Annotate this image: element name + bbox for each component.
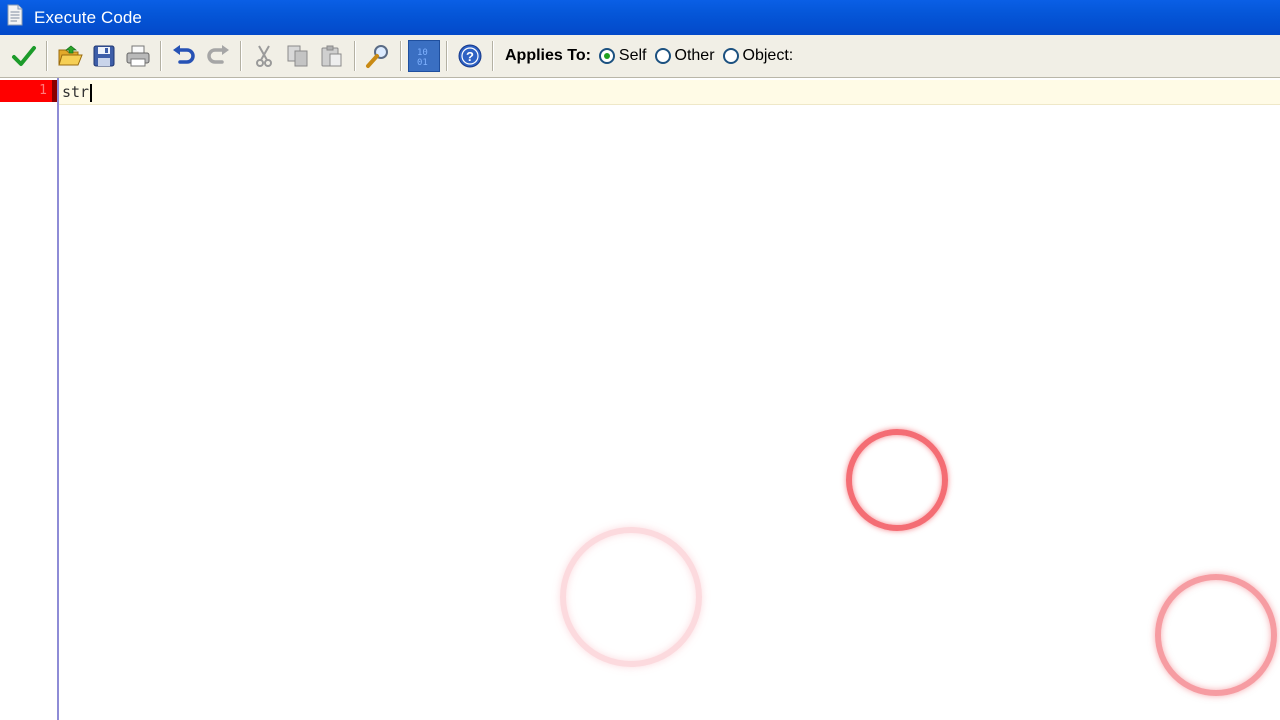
execute-code-window: Execute Code 10 01 ? Applies To: Self Ot… — [0, 0, 1280, 720]
copy-button[interactable] — [282, 40, 314, 72]
print-icon — [126, 45, 150, 67]
radio-self[interactable]: Self — [598, 47, 647, 65]
line-number: 1 — [0, 80, 52, 102]
paste-icon — [321, 45, 342, 67]
applies-to-label: Applies To: — [505, 47, 591, 64]
code-view-button[interactable]: 10 01 — [408, 40, 440, 72]
radio-label: Other — [674, 47, 715, 64]
cut-icon — [256, 45, 272, 67]
line-number-gutter: 1 — [0, 78, 59, 720]
click-indicator — [560, 527, 702, 667]
toolbar-separator — [446, 41, 448, 71]
print-button[interactable] — [122, 40, 154, 72]
radio-object[interactable]: Object: — [722, 47, 794, 65]
code-view-icon: 10 01 — [417, 48, 428, 67]
ok-button[interactable] — [8, 40, 40, 72]
radio-label: Object: — [742, 47, 794, 64]
svg-text:01: 01 — [417, 58, 428, 67]
toolbar-separator — [46, 41, 48, 71]
radio-other[interactable]: Other — [654, 47, 715, 65]
undo-icon — [173, 45, 195, 64]
svg-text:?: ? — [466, 49, 474, 64]
find-button[interactable] — [362, 40, 394, 72]
undo-button[interactable] — [168, 40, 200, 72]
redo-button[interactable] — [202, 40, 234, 72]
toolbar: 10 01 ? Applies To: Self Other Object: — [0, 35, 1280, 78]
cut-button[interactable] — [248, 40, 280, 72]
window-title: Execute Code — [34, 7, 142, 27]
save-button[interactable] — [88, 40, 120, 72]
help-icon: ? — [458, 44, 482, 68]
checkmark-icon — [12, 46, 36, 66]
svg-text:10: 10 — [417, 48, 428, 58]
toolbar-separator — [492, 41, 494, 71]
redo-icon — [207, 45, 229, 64]
document-icon — [0, 4, 34, 31]
copy-icon — [287, 45, 308, 67]
click-indicator — [1155, 574, 1277, 696]
toolbar-separator — [240, 41, 242, 71]
toolbar-separator — [354, 41, 356, 71]
toolbar-separator — [160, 41, 162, 71]
toolbar-separator — [400, 41, 402, 71]
current-line-highlight — [59, 80, 1280, 105]
click-indicator — [846, 429, 948, 531]
radio-button[interactable] — [654, 48, 671, 64]
radio-button[interactable] — [722, 48, 739, 64]
radio-button[interactable] — [598, 48, 615, 64]
search-icon — [366, 45, 388, 68]
open-button[interactable] — [54, 40, 86, 72]
code-line[interactable]: str — [62, 81, 93, 103]
save-icon — [93, 45, 115, 67]
title-bar: Execute Code — [0, 0, 1280, 35]
radio-label: Self — [618, 47, 647, 64]
help-button[interactable]: ? — [454, 40, 486, 72]
text-caret — [90, 83, 93, 102]
code-line-text: str — [62, 83, 90, 101]
folder-open-icon — [58, 45, 83, 66]
paste-button[interactable] — [316, 40, 348, 72]
error-marker — [52, 80, 57, 102]
